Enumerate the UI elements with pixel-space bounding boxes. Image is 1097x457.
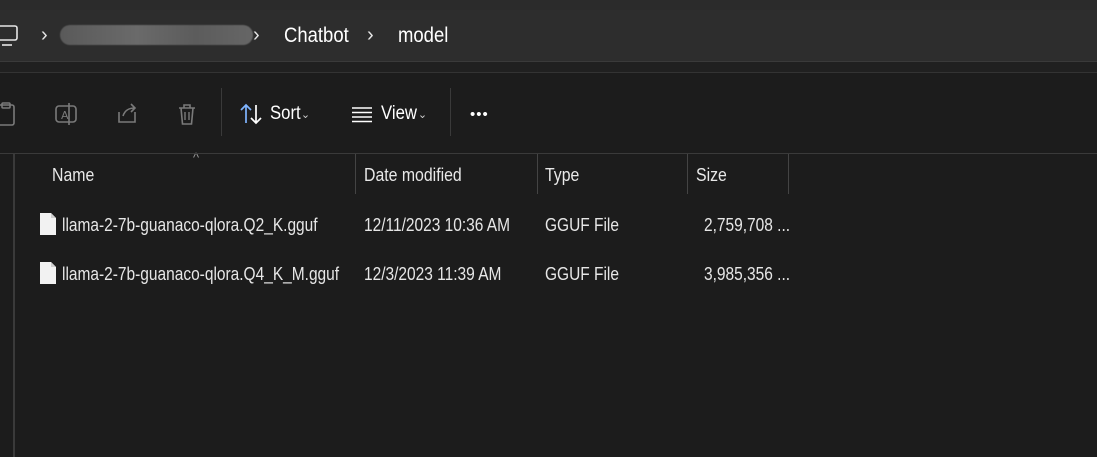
- sort-button[interactable]: Sort ⌄: [238, 96, 310, 132]
- this-pc-icon[interactable]: [0, 24, 22, 48]
- file-date-modified: 12/3/2023 11:39 AM: [364, 264, 502, 284]
- breadcrumb-item-model[interactable]: model: [398, 10, 448, 61]
- breadcrumb-chevron-icon[interactable]: ›: [367, 10, 374, 61]
- column-header-date-modified[interactable]: Date modified: [364, 154, 475, 194]
- column-divider[interactable]: [788, 154, 789, 194]
- address-bar-gap: [0, 62, 1097, 73]
- column-header-name[interactable]: Name: [52, 154, 100, 194]
- breadcrumb-chevron-icon[interactable]: ›: [41, 10, 48, 61]
- toolbar-separator: [221, 88, 222, 136]
- header-top-border: [14, 153, 1097, 154]
- file-date-modified: 12/11/2023 10:36 AM: [364, 215, 511, 235]
- more-icon: •••: [470, 105, 489, 123]
- command-bar: [0, 73, 1097, 154]
- column-header-size[interactable]: Size: [696, 154, 731, 194]
- paste-icon[interactable]: [0, 100, 20, 128]
- navigation-pane-edge[interactable]: [0, 154, 15, 457]
- chevron-down-icon: ⌄: [417, 108, 428, 121]
- file-type: GGUF File: [545, 215, 619, 235]
- file-name[interactable]: llama-2-7b-guanaco-qlora.Q2_K.gguf: [62, 201, 359, 249]
- breadcrumb-chevron-icon[interactable]: ›: [253, 10, 260, 61]
- chevron-down-icon: ⌄: [300, 108, 311, 121]
- view-button[interactable]: View ⌄: [349, 96, 427, 132]
- svg-text:A: A: [61, 109, 69, 122]
- window-top-strip: [0, 0, 1097, 10]
- column-divider[interactable]: [537, 154, 538, 194]
- file-size: 2,759,708 ...: [704, 215, 791, 235]
- redacted-breadcrumb-segment[interactable]: [60, 25, 253, 45]
- file-size: 3,985,356 ...: [704, 264, 791, 284]
- toolbar-separator: [450, 88, 451, 136]
- file-type: GGUF File: [545, 264, 619, 284]
- file-name[interactable]: llama-2-7b-guanaco-qlora.Q4_K_M.gguf: [62, 250, 384, 298]
- column-divider[interactable]: [687, 154, 688, 194]
- sort-label: Sort: [270, 103, 301, 124]
- share-icon[interactable]: [113, 100, 141, 128]
- view-label: View: [381, 103, 417, 124]
- file-icon: [40, 262, 56, 284]
- rename-icon[interactable]: A: [52, 100, 80, 128]
- view-icon: [352, 107, 372, 123]
- more-options-button[interactable]: •••: [470, 96, 489, 132]
- sort-icon: [240, 103, 262, 125]
- delete-icon[interactable]: [173, 100, 201, 128]
- column-header-type[interactable]: Type: [545, 154, 584, 194]
- file-icon: [40, 213, 56, 235]
- column-divider[interactable]: [355, 154, 356, 194]
- breadcrumb-item-chatbot[interactable]: Chatbot: [284, 10, 349, 61]
